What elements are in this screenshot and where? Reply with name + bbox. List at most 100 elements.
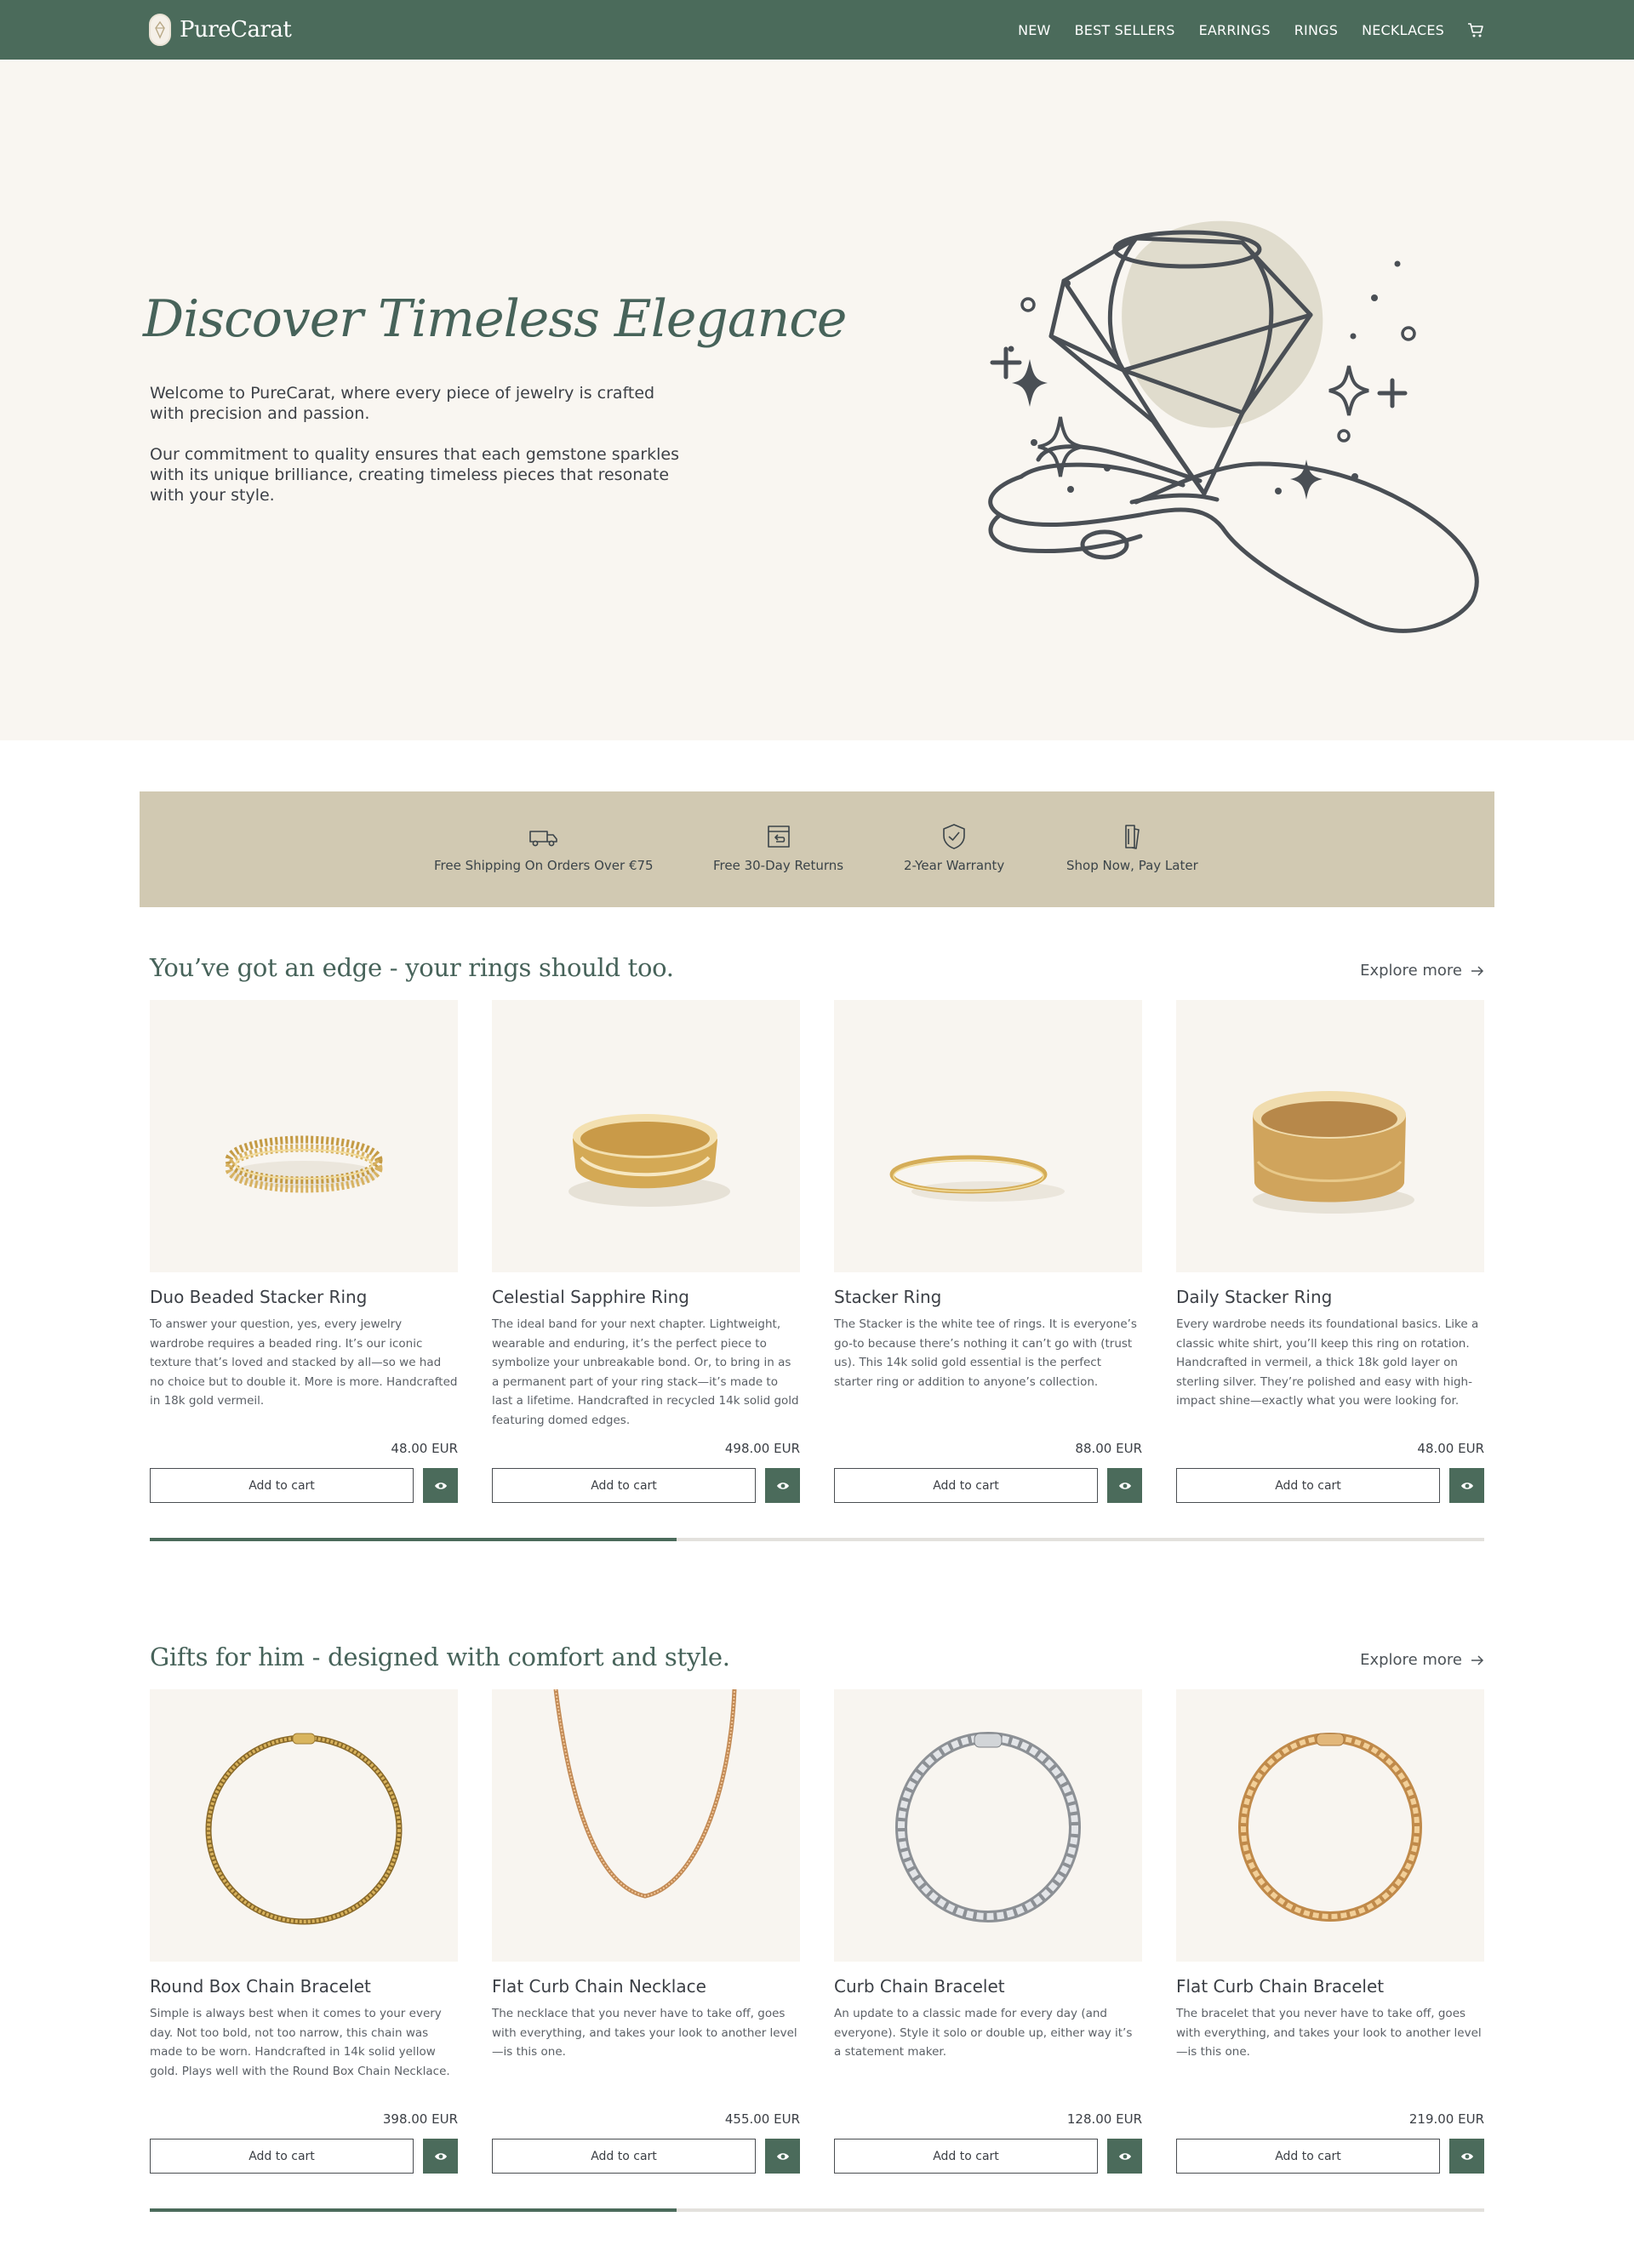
feature-label: Free Shipping On Orders Over €75 [434,858,654,873]
add-to-cart-button[interactable]: Add to cart [1176,1468,1440,1503]
add-to-cart-button[interactable]: Add to cart [150,1468,414,1503]
product-card[interactable]: Duo Beaded Stacker Ring To answer your q… [150,1000,458,1504]
product-card[interactable]: Flat Curb Chain Necklace The necklace th… [492,1689,800,2174]
add-to-cart-button[interactable]: Add to cart [834,1468,1098,1503]
product-description: The necklace that you never have to take… [492,2007,797,2059]
feature-free-shipping: Free Shipping On Orders Over €75 [434,822,654,873]
product-name[interactable]: Round Box Chain Bracelet [150,1976,371,1997]
nav-item-necklaces[interactable]: NECKLACES [1362,22,1444,38]
product-name[interactable]: Celestial Sapphire Ring [492,1287,689,1307]
nav-item-best-sellers[interactable]: BEST SELLERS [1075,22,1175,38]
product-name[interactable]: Flat Curb Chain Bracelet [1176,1976,1384,1997]
logo-gem-icon [149,14,171,46]
explore-more-link[interactable]: Explore more [1360,1651,1484,1669]
section-title-rings: You’ve got an edge - your rings should t… [150,953,674,982]
product-image[interactable] [492,1689,800,1962]
add-to-cart-button[interactable]: Add to cart [1176,2139,1440,2174]
eye-icon [1118,2152,1131,2160]
product-description: The Stacker is the white tee of rings. I… [834,1317,1137,1389]
product-description: To answer your question, yes, every jewe… [150,1317,458,1408]
feature-pay-later: Shop Now, Pay Later [1066,822,1198,873]
product-card[interactable]: Round Box Chain Bracelet Simple is alway… [150,1689,458,2174]
quick-view-button[interactable] [1107,1468,1142,1503]
explore-label: Explore more [1360,962,1462,980]
add-to-cart-button[interactable]: Add to cart [492,1468,756,1503]
stacker-ring-image [889,1155,1065,1202]
product-card[interactable]: Daily Stacker Ring Every wardrobe needs … [1176,1000,1484,1504]
product-description: The bracelet that you never have to take… [1176,2007,1482,2059]
product-card[interactable]: Celestial Sapphire Ring The ideal band f… [492,1000,800,1504]
product-image[interactable] [834,1689,1142,1962]
quick-view-button[interactable] [1107,2139,1142,2174]
carousel-scroll-thumb[interactable] [150,2208,677,2212]
eye-icon [434,1482,447,1489]
eye-icon [1460,1482,1473,1489]
product-price: 455.00 EUR [724,2111,800,2127]
product-price: 88.00 EUR [1075,1441,1142,1456]
add-to-cart-button[interactable]: Add to cart [834,2139,1098,2174]
explore-more-link[interactable]: Explore more [1360,962,1484,980]
feature-free-returns: Free 30-Day Returns [713,822,843,873]
carousel-scroll-thumb[interactable] [150,1538,677,1541]
feature-label: Free 30-Day Returns [713,858,844,873]
cart-icon[interactable] [1466,20,1485,39]
nav-item-new[interactable]: NEW [1018,22,1051,38]
product-image[interactable] [1176,1000,1484,1272]
explore-label: Explore more [1360,1651,1462,1669]
beaded-ring-image [225,1135,383,1193]
hero-title: Discover Timeless Elegance [143,289,847,349]
product-name[interactable]: Flat Curb Chain Necklace [492,1976,706,1997]
delivery-truck-icon [528,831,557,847]
product-description: The ideal band for your next chapter. Li… [492,1317,799,1427]
product-image[interactable] [1176,1689,1484,1962]
features-bar: Free Shipping On Orders Over €75 Free 30… [140,791,1494,907]
nav-item-earrings[interactable]: EARRINGS [1199,22,1271,38]
product-name[interactable]: Stacker Ring [834,1287,941,1307]
product-name[interactable]: Duo Beaded Stacker Ring [150,1287,367,1307]
product-card[interactable]: Stacker Ring The Stacker is the white te… [834,1000,1142,1504]
product-price: 398.00 EUR [382,2111,458,2127]
product-image[interactable] [492,1000,800,1272]
add-to-cart-button[interactable]: Add to cart [492,2139,756,2174]
hero-intro-text: Welcome to PureCarat, where every piece … [150,384,655,423]
flat-curb-chain-necklace-image [553,1689,737,1899]
quick-view-button[interactable] [1449,1468,1484,1503]
eye-icon [434,2152,447,2160]
return-box-icon [767,826,790,848]
product-image[interactable] [150,1689,458,1962]
shield-check-icon [943,824,965,849]
product-description: Every wardrobe needs its foundational ba… [1176,1317,1479,1408]
hero-section: Discover Timeless Elegance Welcome to Pu… [0,60,1634,740]
nav-item-rings[interactable]: RINGS [1294,22,1338,38]
quick-view-button[interactable] [765,1468,800,1503]
carousel-scrollbar[interactable] [150,1538,1484,1541]
logo[interactable]: PureCarat [149,12,292,48]
quick-view-button[interactable] [765,2139,800,2174]
add-to-cart-button[interactable]: Add to cart [150,2139,414,2174]
curb-chain-bracelet-image [895,1732,1081,1922]
site-header: PureCarat NEW BEST SELLERS EARRINGS RING… [0,0,1634,60]
flat-band-ring-image [1253,1091,1414,1214]
quick-view-button[interactable] [423,2139,458,2174]
eye-icon [1460,2152,1473,2160]
quick-view-button[interactable] [423,1468,458,1503]
card-pay-icon [1125,825,1140,849]
product-image[interactable] [834,1000,1142,1272]
product-card[interactable]: Curb Chain Bracelet An update to a class… [834,1689,1142,2174]
carousel-scrollbar[interactable] [150,2208,1484,2212]
quick-view-button[interactable] [1449,2139,1484,2174]
product-price: 48.00 EUR [391,1441,458,1456]
arrow-right-icon [1471,1654,1484,1665]
product-name[interactable]: Daily Stacker Ring [1176,1287,1332,1307]
flat-curb-chain-bracelet-image [1238,1733,1422,1922]
arrow-right-icon [1471,965,1484,976]
diamond-in-hand-icon [988,220,1479,633]
feature-label: Shop Now, Pay Later [1066,858,1198,873]
product-price: 219.00 EUR [1408,2111,1484,2127]
product-description: An update to a classic made for every da… [834,2007,1133,2059]
product-card[interactable]: Flat Curb Chain Bracelet The bracelet th… [1176,1689,1484,2174]
product-name[interactable]: Curb Chain Bracelet [834,1976,1005,1997]
feature-warranty: 2-Year Warranty [904,822,1004,873]
product-image[interactable] [150,1000,458,1272]
eye-icon [776,2152,789,2160]
